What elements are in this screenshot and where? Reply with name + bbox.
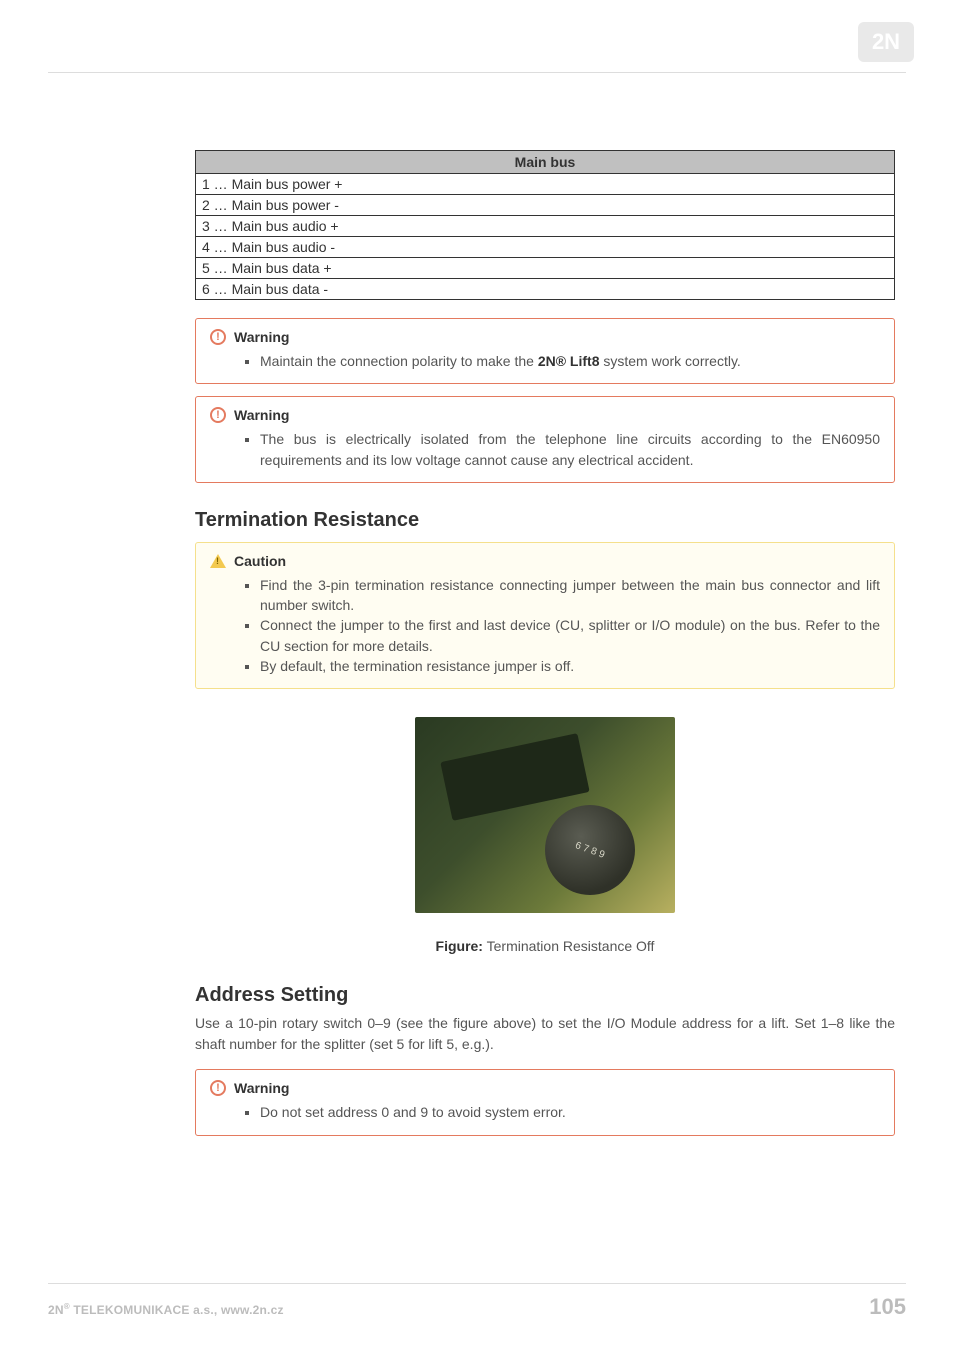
figure-block: 6 7 8 9 Figure: Termination Resistance O… xyxy=(195,717,895,954)
section-heading-address: Address Setting xyxy=(195,984,895,1007)
footer-divider xyxy=(48,1283,906,1284)
callout-title: Warning xyxy=(234,1080,289,1096)
callout-item: Find the 3-pin termination resistance co… xyxy=(260,575,880,616)
table-row: 1 … Main bus power + xyxy=(196,174,895,195)
callout-item: The bus is electrically isolated from th… xyxy=(260,429,880,470)
page-footer: 2N® TELEKOMUNIKACE a.s., www.2n.cz 105 xyxy=(48,1283,906,1320)
figure-caption: Figure: Termination Resistance Off xyxy=(195,938,895,954)
caution-icon xyxy=(210,554,226,568)
page-number: 105 xyxy=(869,1294,906,1320)
warning-callout-2: ! Warning The bus is electrically isolat… xyxy=(195,396,895,483)
main-bus-table: Main bus 1 … Main bus power + 2 … Main b… xyxy=(195,150,895,300)
section-heading-termination: Termination Resistance xyxy=(195,509,895,532)
callout-title: Warning xyxy=(234,407,289,423)
table-row: 2 … Main bus power - xyxy=(196,195,895,216)
table-row: 6 … Main bus data - xyxy=(196,279,895,300)
table-row: 5 … Main bus data + xyxy=(196,258,895,279)
header-divider xyxy=(48,72,906,73)
table-header: Main bus xyxy=(196,151,895,174)
svg-text:2N: 2N xyxy=(872,29,900,54)
brand-logo: 2N xyxy=(858,22,914,62)
table-row: 4 … Main bus audio - xyxy=(196,237,895,258)
warning-icon: ! xyxy=(210,329,226,345)
callout-item: Do not set address 0 and 9 to avoid syst… xyxy=(260,1102,880,1122)
callout-title: Warning xyxy=(234,329,289,345)
warning-callout-1: ! Warning Maintain the connection polari… xyxy=(195,318,895,384)
warning-callout-3: ! Warning Do not set address 0 and 9 to … xyxy=(195,1069,895,1135)
callout-item: Maintain the connection polarity to make… xyxy=(260,351,880,371)
main-content: Main bus 1 … Main bus power + 2 … Main b… xyxy=(195,150,895,1136)
callout-title: Caution xyxy=(234,553,286,569)
logo-2n-icon: 2N xyxy=(858,22,914,62)
address-paragraph: Use a 10-pin rotary switch 0–9 (see the … xyxy=(195,1013,895,1055)
caution-callout: Caution Find the 3-pin termination resis… xyxy=(195,542,895,689)
footer-company: 2N® TELEKOMUNIKACE a.s., www.2n.cz xyxy=(48,1302,284,1317)
page: 2N Main bus 1 … Main bus power + 2 … Mai… xyxy=(0,0,954,1350)
table-row: 3 … Main bus audio + xyxy=(196,216,895,237)
callout-item: By default, the termination resistance j… xyxy=(260,656,880,676)
warning-icon: ! xyxy=(210,407,226,423)
callout-item: Connect the jumper to the first and last… xyxy=(260,615,880,656)
figure-image-termination-resistance: 6 7 8 9 xyxy=(415,717,675,913)
warning-icon: ! xyxy=(210,1080,226,1096)
